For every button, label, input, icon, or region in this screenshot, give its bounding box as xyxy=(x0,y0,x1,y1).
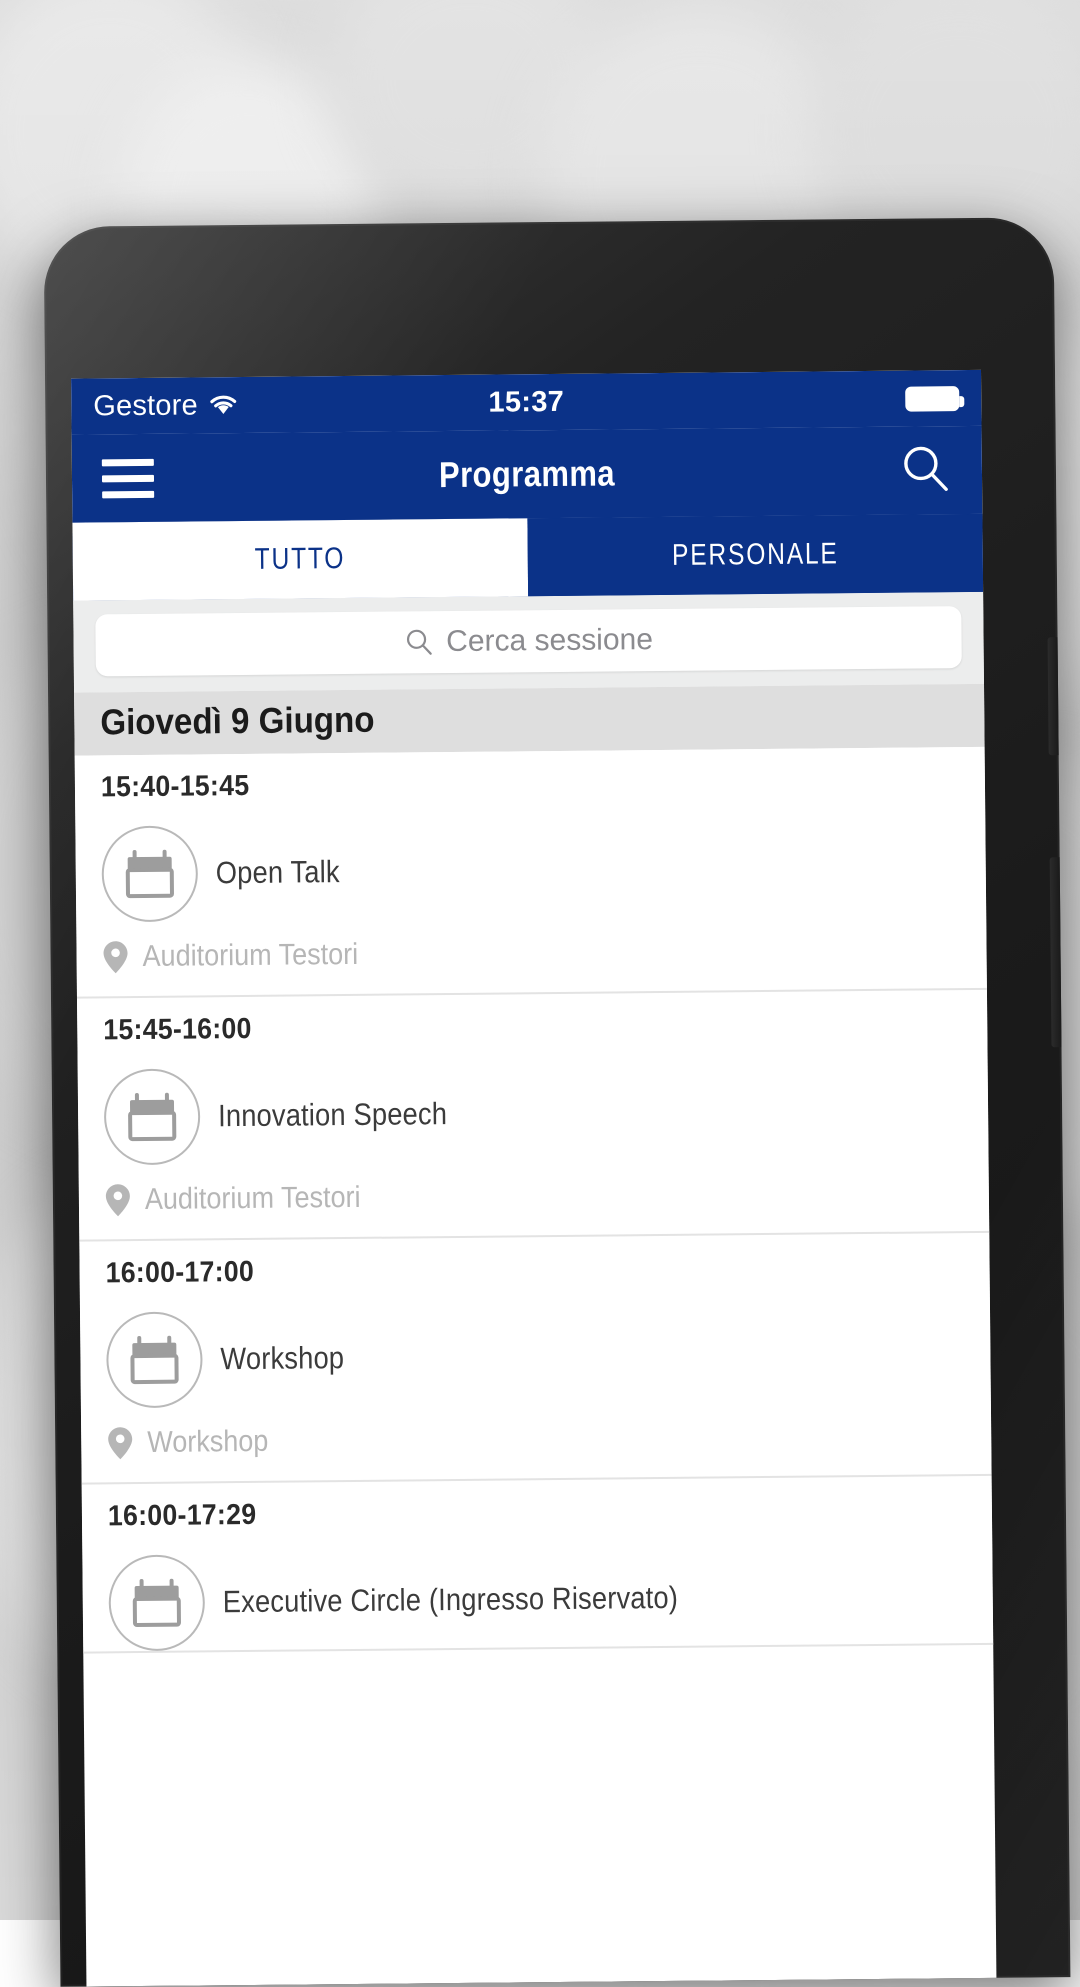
tab-tutto-label: TUTTO xyxy=(255,542,346,577)
search-area: Cerca sessione xyxy=(73,592,984,693)
phone-screen: Gestore 15:37 Programma xyxy=(71,370,996,1987)
session-title: Innovation Speech xyxy=(218,1096,479,1134)
session-list: 15:40-15:45 Open Talk xyxy=(75,747,994,1654)
tab-bar: TUTTO PERSONALE xyxy=(72,514,983,601)
location-pin-icon xyxy=(105,1183,131,1217)
session-time: 16:00-17:00 xyxy=(105,1249,963,1290)
tab-personale[interactable]: PERSONALE xyxy=(527,514,983,596)
status-bar: Gestore 15:37 xyxy=(71,370,981,435)
calendar-icon xyxy=(108,1554,205,1651)
calendar-icon xyxy=(101,825,198,922)
search-icon xyxy=(404,627,434,657)
navigation-bar: Programma xyxy=(72,426,983,523)
tab-personale-label: PERSONALE xyxy=(672,537,839,573)
battery-full-icon xyxy=(905,386,959,412)
session-main-row: Open Talk xyxy=(101,818,960,922)
search-icon[interactable] xyxy=(900,442,953,499)
session-location: Auditorium Testori xyxy=(102,914,961,996)
session-list-item[interactable]: 16:00-17:29 Executive Circle (Ingresso R… xyxy=(82,1476,994,1654)
session-location: Workshop xyxy=(107,1400,966,1482)
calendar-icon xyxy=(104,1068,201,1165)
session-title: Workshop xyxy=(220,1340,361,1377)
session-list-item[interactable]: 15:40-15:45 Open Talk xyxy=(75,747,987,999)
session-location-label: Auditorium Testori xyxy=(145,1181,385,1217)
search-placeholder: Cerca sessione xyxy=(446,623,653,659)
session-time: 16:00-17:29 xyxy=(108,1492,966,1533)
date-header-label: Giovedì 9 Giugno xyxy=(100,699,375,744)
session-location: Auditorium Testori xyxy=(105,1157,964,1239)
session-time: 15:45-16:00 xyxy=(103,1006,961,1047)
phone-device-frame: Gestore 15:37 Programma xyxy=(44,217,1071,1987)
location-pin-icon xyxy=(107,1426,133,1460)
search-input[interactable]: Cerca sessione xyxy=(95,606,962,676)
page-title: Programma xyxy=(135,450,918,500)
session-title: Executive Circle (Ingresso Riservato) xyxy=(223,1579,741,1620)
session-main-row: Innovation Speech xyxy=(104,1061,963,1165)
session-list-item[interactable]: 16:00-17:00 Workshop xyxy=(79,1233,991,1485)
status-bar-right xyxy=(905,386,959,412)
session-main-row: Executive Circle (Ingresso Riservato) xyxy=(108,1547,967,1651)
date-header: Giovedì 9 Giugno xyxy=(74,684,985,756)
session-list-item[interactable]: 15:45-16:00 Innovation Speech xyxy=(77,990,989,1242)
session-time: 15:40-15:45 xyxy=(101,763,959,804)
session-title: Open Talk xyxy=(216,854,357,891)
calendar-icon xyxy=(106,1311,203,1408)
session-location-label: Auditorium Testori xyxy=(142,938,382,974)
status-bar-clock: 15:37 xyxy=(71,381,981,423)
location-pin-icon xyxy=(102,940,128,974)
session-location-label: Workshop xyxy=(147,1425,282,1460)
tab-tutto[interactable]: TUTTO xyxy=(72,518,528,600)
session-main-row: Workshop xyxy=(106,1304,965,1408)
